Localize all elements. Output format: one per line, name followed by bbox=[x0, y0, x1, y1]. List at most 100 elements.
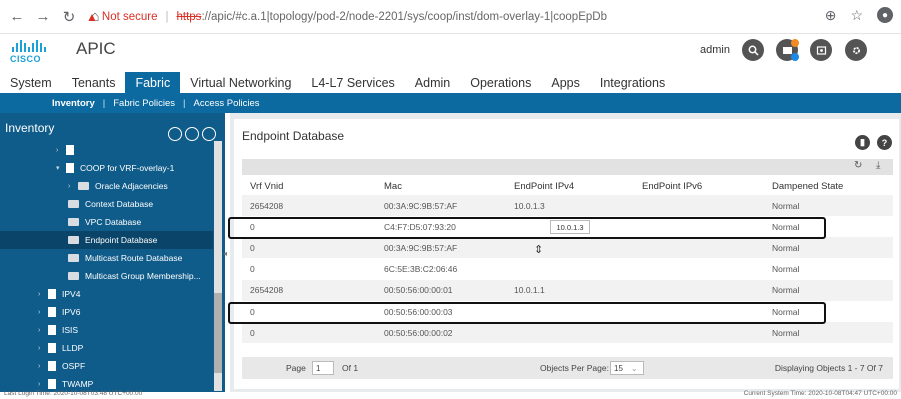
table-cell: Normal bbox=[772, 264, 800, 275]
star-icon[interactable]: ☆ bbox=[850, 7, 863, 24]
caret-right-icon[interactable]: › bbox=[38, 291, 48, 298]
tree-item-label: TWAMP bbox=[62, 379, 94, 389]
page-label: Page bbox=[286, 363, 306, 373]
col-ipv6[interactable]: EndPoint IPv6 bbox=[642, 181, 702, 192]
user-name[interactable]: admin bbox=[700, 44, 730, 56]
table-cell: Normal bbox=[772, 327, 800, 338]
list-view-icon[interactable] bbox=[185, 127, 199, 141]
folder-icon bbox=[68, 272, 79, 280]
last-login-time: Last Login Time: 2020-10-08T03:48 UTC+00… bbox=[4, 390, 143, 397]
tab-admin[interactable]: Admin bbox=[405, 72, 460, 93]
tab-tenants[interactable]: Tenants bbox=[62, 72, 126, 93]
table-row[interactable]: 0 00:50:56:00:00:02 Normal bbox=[242, 322, 893, 344]
table-row[interactable]: 2654208 00:50:56:00:00:01 10.0.1.1 Normal bbox=[242, 279, 893, 301]
cisco-logo: CISCO bbox=[10, 40, 50, 66]
page-input[interactable]: 1 bbox=[312, 361, 334, 375]
tab-fabric[interactable]: Fabric bbox=[125, 72, 181, 93]
per-page-select[interactable]: 15 ⌄ bbox=[610, 361, 644, 375]
page-title: Endpoint Database bbox=[242, 129, 345, 143]
bookmark-icon[interactable]: ▮ bbox=[855, 135, 870, 150]
tree-item[interactable]: › LLDP bbox=[0, 339, 213, 357]
zoom-icon[interactable]: ⊕ bbox=[825, 7, 837, 24]
table-cell: 2654208 bbox=[250, 200, 284, 211]
sidebar-scrollbar-thumb[interactable] bbox=[214, 293, 222, 373]
table-cell: 0 bbox=[250, 242, 255, 253]
tree-item[interactable]: VPC Database bbox=[0, 213, 213, 231]
refresh-icon[interactable] bbox=[202, 127, 216, 141]
tab-integrations[interactable]: Integrations bbox=[590, 72, 675, 93]
tree-item[interactable]: Endpoint Database bbox=[0, 231, 213, 249]
tab-apps[interactable]: Apps bbox=[541, 72, 590, 93]
caret-right-icon[interactable]: › bbox=[38, 381, 48, 388]
subnav-fabric-policies[interactable]: Fabric Policies bbox=[105, 98, 183, 109]
back-arrow-icon[interactable]: ← bbox=[6, 6, 28, 28]
settings-gear-icon[interactable] bbox=[845, 39, 867, 61]
profile-icon[interactable]: ● bbox=[877, 7, 893, 23]
table-cell: 00:3A:9C:9B:57:AF bbox=[384, 242, 458, 253]
col-mac[interactable]: Mac bbox=[384, 181, 402, 192]
main-tabs: System Tenants Fabric Virtual Networking L4-… bbox=[0, 72, 901, 93]
tab-system[interactable]: System bbox=[0, 72, 62, 93]
caret-right-icon[interactable]: › bbox=[38, 327, 48, 334]
caret-right-icon[interactable]: › bbox=[38, 363, 48, 370]
alert-badge bbox=[791, 39, 799, 47]
tab-operations[interactable]: Operations bbox=[460, 72, 541, 93]
tree-item[interactable]: Multicast Route Database bbox=[0, 249, 213, 267]
tree-item-label: Multicast Group Membership... bbox=[85, 271, 201, 281]
collapse-sidebar-icon[interactable]: ◂ bbox=[223, 249, 227, 258]
caret-right-icon[interactable]: › bbox=[68, 183, 78, 190]
col-ipv4[interactable]: EndPoint IPv4 bbox=[514, 181, 574, 192]
tree-item[interactable]: › IPV4 bbox=[0, 285, 213, 303]
tree-item[interactable]: Context Database bbox=[0, 195, 213, 213]
tree-item-label: ISIS bbox=[62, 325, 79, 335]
folder-icon bbox=[68, 218, 79, 226]
manual-icon[interactable] bbox=[810, 39, 832, 61]
tree-item[interactable]: ▾ COOP for VRF-overlay-1 bbox=[0, 159, 213, 177]
table-row[interactable]: 0 6C:5E:3B:C2:06:46 Normal bbox=[242, 259, 893, 280]
caret-right-icon[interactable]: › bbox=[56, 147, 66, 154]
help-icon[interactable]: ? bbox=[877, 135, 892, 150]
tab-l4-l7-services[interactable]: L4-L7 Services bbox=[301, 72, 404, 93]
tree-item-label: COOP for VRF-overlay-1 bbox=[80, 163, 175, 173]
search-icon[interactable] bbox=[742, 39, 764, 61]
document-icon bbox=[66, 145, 74, 155]
highlight-box bbox=[228, 217, 826, 239]
tree-item[interactable]: › bbox=[0, 141, 213, 159]
tree-item[interactable]: Multicast Group Membership... bbox=[0, 267, 213, 285]
tree-item-label: Context Database bbox=[85, 199, 154, 209]
col-vrf-vnid[interactable]: Vrf Vnid bbox=[250, 181, 283, 192]
address-bar[interactable]: ▲ Not secure | https ://apic/#c.a.1|topo… bbox=[86, 5, 876, 29]
app-header: CISCO APIC admin bbox=[0, 34, 901, 74]
tree-item[interactable]: › ISIS bbox=[0, 321, 213, 339]
tree-item-label: IPV4 bbox=[62, 289, 81, 299]
quick-start-icon[interactable] bbox=[168, 127, 182, 141]
displaying-count: Displaying Objects 1 - 7 Of 7 bbox=[774, 363, 883, 373]
tree-item-label: Endpoint Database bbox=[85, 235, 158, 245]
table-cell: 00:50:56:00:00:01 bbox=[384, 285, 453, 296]
table-cell: 0 bbox=[250, 327, 255, 338]
inventory-tree: › ▾ COOP for VRF-overlay-1 › Oracle Adjacenc… bbox=[0, 141, 213, 393]
tree-item[interactable]: › OSPF bbox=[0, 357, 213, 375]
table-cell: 0 bbox=[250, 264, 255, 275]
table-cell: 00:3A:9C:9B:57:AF bbox=[384, 200, 458, 211]
document-icon bbox=[66, 163, 74, 173]
table-row[interactable]: 2654208 00:3A:9C:9B:57:AF 10.0.1.3 Normal bbox=[242, 195, 893, 216]
refresh-table-icon[interactable]: ↻ bbox=[854, 160, 862, 171]
forward-arrow-icon[interactable]: → bbox=[32, 6, 54, 28]
col-dampened-state[interactable]: Dampened State bbox=[772, 181, 843, 192]
download-icon[interactable]: ⤓ bbox=[876, 160, 880, 171]
table-row[interactable]: 0 00:3A:9C:9B:57:AF Normal bbox=[242, 237, 893, 259]
notification-badge bbox=[791, 53, 799, 61]
subnav-inventory[interactable]: Inventory bbox=[44, 98, 103, 109]
tab-virtual-networking[interactable]: Virtual Networking bbox=[180, 72, 301, 93]
table-cell: 10.0.1.1 bbox=[514, 285, 545, 296]
tree-item[interactable]: › Oracle Adjacencies bbox=[0, 177, 213, 195]
table-toolbar: ↻ ⤓ bbox=[242, 159, 893, 175]
caret-down-icon[interactable]: ▾ bbox=[56, 164, 66, 172]
tree-item[interactable]: › IPV6 bbox=[0, 303, 213, 321]
subnav-access-policies[interactable]: Access Policies bbox=[185, 98, 267, 109]
reload-icon[interactable]: ↻ bbox=[58, 6, 80, 28]
table-cell: Normal bbox=[772, 285, 800, 296]
caret-right-icon[interactable]: › bbox=[38, 309, 48, 316]
caret-right-icon[interactable]: › bbox=[38, 345, 48, 352]
